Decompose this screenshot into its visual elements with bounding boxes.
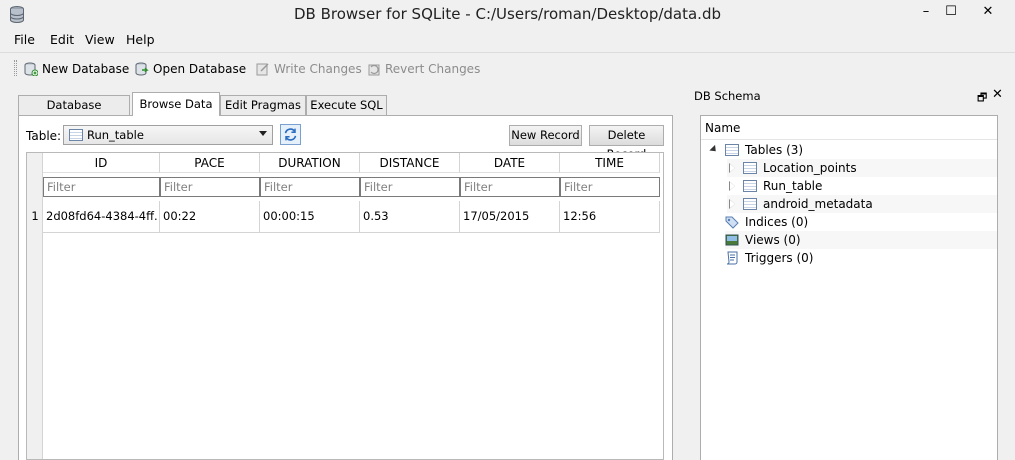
row-number[interactable]: 1 (27, 201, 43, 233)
menu-bar: File Edit View Help (0, 30, 1015, 51)
table-cell-duration[interactable]: 00:00:15 (260, 201, 360, 233)
table-cell-id[interactable]: 2d08fd64-4384-4ff... (43, 201, 160, 233)
tree-item-android-metadata[interactable]: android_metadata (727, 195, 997, 213)
tree-item-tables[interactable]: Tables (3) (709, 141, 997, 159)
tab-edit-pragmas[interactable]: Edit Pragmas (220, 95, 306, 115)
new-database-button[interactable]: New Database (24, 60, 129, 78)
open-database-button[interactable]: Open Database (135, 60, 246, 78)
expand-closed-icon[interactable] (727, 163, 737, 173)
column-header-time[interactable]: TIME (560, 153, 660, 173)
db-schema-tree: Name Tables (3) Location_points Run_tabl… (700, 115, 998, 460)
menu-file[interactable]: File (14, 32, 35, 47)
table-cell-time[interactable]: 12:56 (560, 201, 660, 233)
minimize-button[interactable]: – (912, 2, 940, 24)
column-header-distance[interactable]: DISTANCE (360, 153, 460, 173)
refresh-button[interactable] (280, 124, 301, 145)
index-tag-icon (725, 216, 739, 229)
table-icon (743, 180, 757, 192)
new-record-button[interactable]: New Record (509, 125, 582, 146)
revert-changes-button[interactable]: Revert Changes (367, 60, 480, 78)
tree-item-triggers[interactable]: Triggers (0) (725, 249, 997, 267)
float-dock-icon[interactable]: 🗗 (977, 89, 987, 108)
data-grid: ID PACE DURATION DISTANCE DATE TIME 1 2d… (26, 152, 664, 460)
new-database-label: New Database (42, 62, 130, 76)
tree-item-views[interactable]: Views (0) (725, 231, 997, 249)
view-image-icon (725, 234, 739, 246)
tree-item-indices[interactable]: Indices (0) (725, 213, 997, 231)
tab-execute-sql[interactable]: Execute SQL (306, 95, 387, 115)
revert-changes-icon (368, 64, 380, 76)
write-changes-button[interactable]: Write Changes (256, 60, 362, 78)
tree-item-location-points[interactable]: Location_points (727, 159, 997, 177)
tab-browse-data[interactable]: Browse Data (132, 92, 220, 116)
table-icon (743, 198, 757, 210)
tab-database-structure[interactable]: Database Structure (18, 95, 130, 130)
filter-input-duration[interactable] (260, 177, 360, 197)
filter-input-date[interactable] (460, 177, 560, 197)
close-dock-icon[interactable]: ✕ (992, 87, 1003, 102)
table-icon (743, 162, 757, 174)
toolbar: New Database Open Database Write Changes… (0, 52, 1015, 84)
filter-input-id[interactable] (43, 177, 160, 197)
filter-input-time[interactable] (560, 177, 660, 197)
table-cell-pace[interactable]: 00:22 (160, 201, 260, 233)
write-changes-label: Write Changes (274, 62, 362, 76)
tree-label-triggers: Triggers (0) (745, 251, 814, 265)
maximize-button[interactable]: ☐ (937, 2, 965, 24)
chevron-down-icon (259, 131, 267, 136)
column-header-duration[interactable]: DURATION (260, 153, 360, 173)
write-changes-icon (256, 63, 269, 76)
delete-record-button[interactable]: Delete Record (589, 125, 664, 161)
table-cell-distance[interactable]: 0.53 (360, 201, 460, 233)
table-label: Table: (26, 129, 62, 143)
expand-closed-icon[interactable] (727, 199, 737, 209)
table-icon (725, 144, 739, 156)
open-database-label: Open Database (153, 62, 247, 76)
row-header-column (27, 153, 43, 459)
tree-label-run-table: Run_table (763, 179, 823, 193)
window-title: DB Browser for SQLite - C:/Users/roman/D… (294, 5, 721, 23)
schema-name-header[interactable]: Name (701, 116, 997, 140)
column-header-pace[interactable]: PACE (160, 153, 260, 173)
tree-label-location-points: Location_points (763, 161, 857, 175)
expand-closed-icon[interactable] (727, 181, 737, 191)
menu-help[interactable]: Help (126, 32, 155, 47)
table-select[interactable]: Run_table (63, 125, 273, 145)
toolbar-grip[interactable] (14, 60, 17, 76)
expand-open-icon[interactable] (709, 145, 719, 155)
menu-view[interactable]: View (85, 32, 115, 47)
open-database-icon (135, 62, 149, 76)
filter-input-distance[interactable] (360, 177, 460, 197)
menu-edit[interactable]: Edit (50, 32, 74, 47)
tree-label-indices: Indices (0) (745, 215, 809, 229)
filter-input-pace[interactable] (160, 177, 260, 197)
column-header-id[interactable]: ID (43, 153, 160, 173)
column-header-date[interactable]: DATE (460, 153, 560, 173)
table-cell-date[interactable]: 17/05/2015 (460, 201, 560, 233)
new-database-icon (24, 62, 38, 76)
close-button[interactable]: ✕ (974, 2, 1002, 24)
db-schema-title: DB Schema (694, 89, 761, 103)
table-icon (69, 129, 83, 141)
table-select-value: Run_table (87, 128, 144, 142)
revert-changes-label: Revert Changes (385, 62, 481, 76)
tree-label-tables: Tables (3) (745, 143, 804, 157)
tree-label-views: Views (0) (745, 233, 801, 247)
tree-label-android-metadata: android_metadata (763, 197, 873, 211)
trigger-script-icon (726, 251, 738, 265)
tree-item-run-table[interactable]: Run_table (727, 177, 997, 195)
